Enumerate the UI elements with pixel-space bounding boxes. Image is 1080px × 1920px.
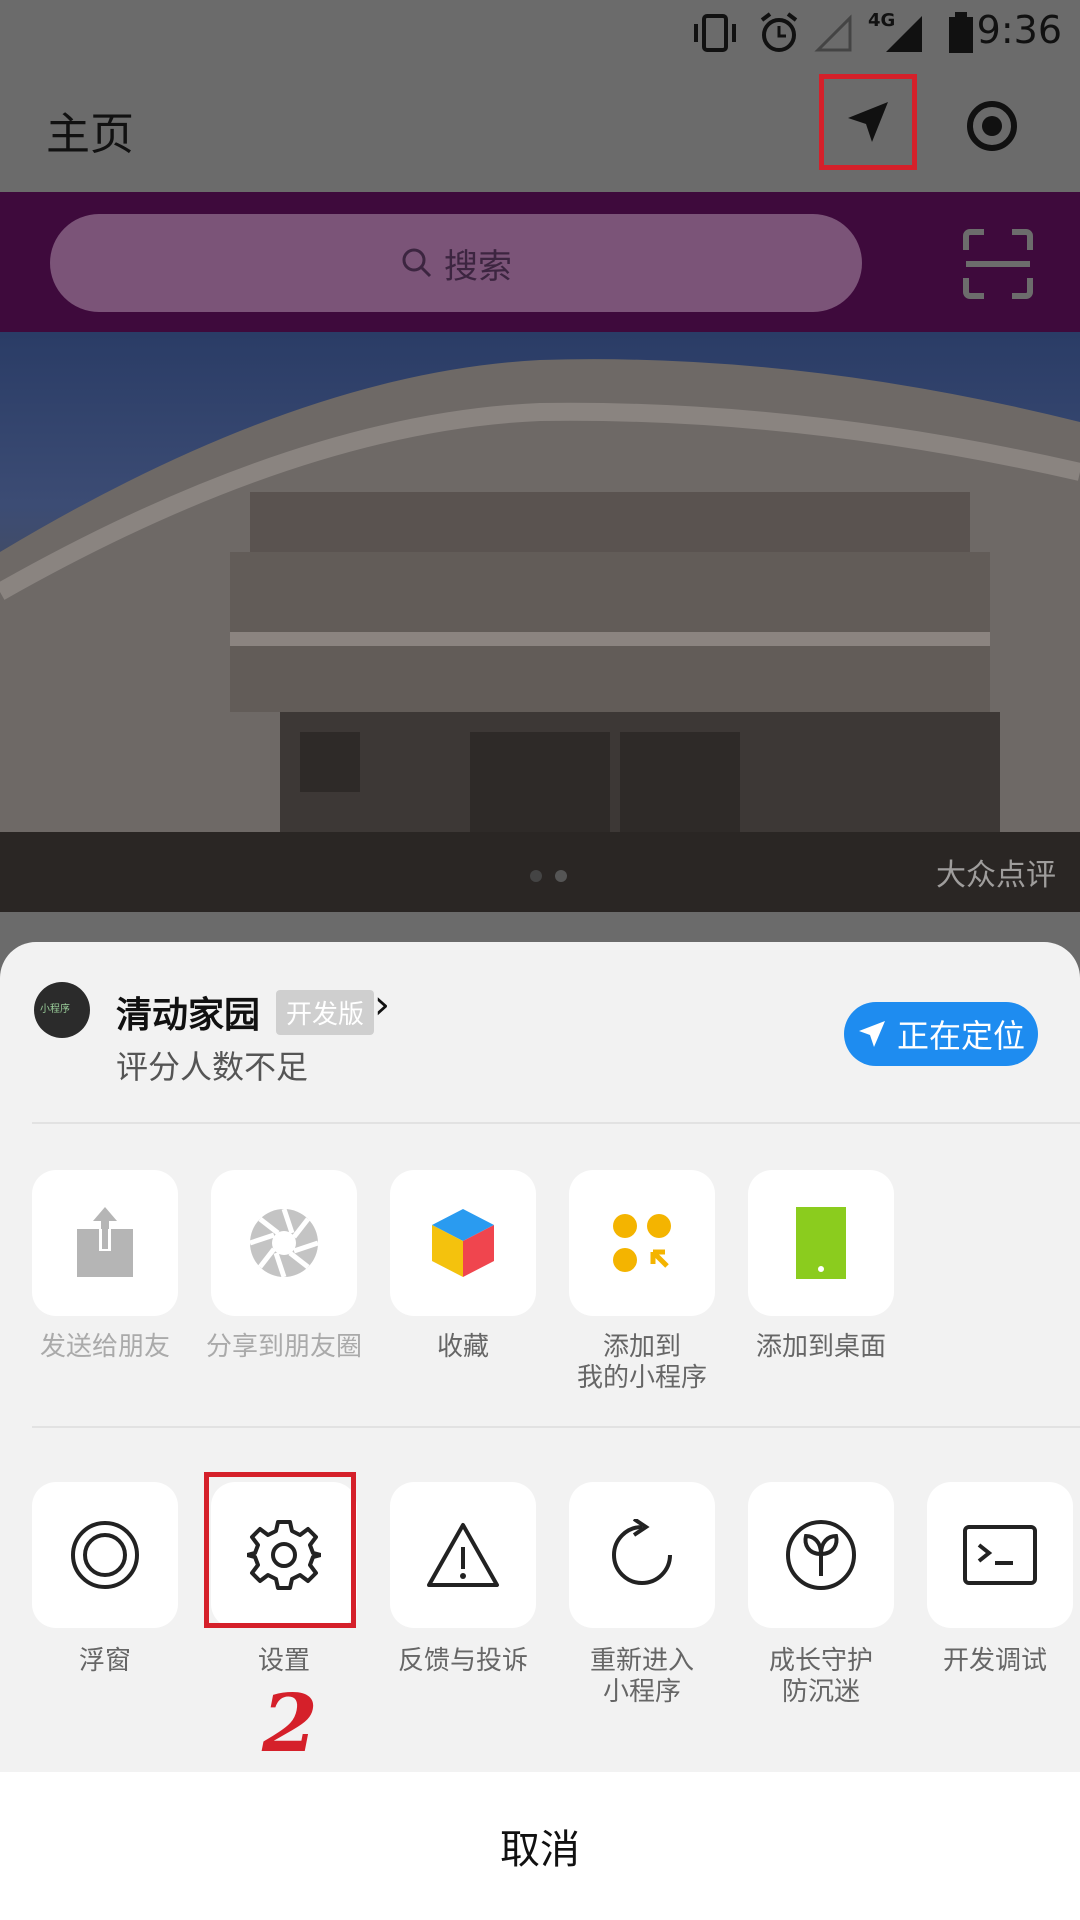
carousel-dot-active	[530, 870, 542, 882]
location-arrow-icon	[858, 1021, 885, 1047]
search-bar-region: 搜索	[0, 192, 1080, 332]
close-miniprogram-button[interactable]	[962, 96, 1022, 156]
add-desktop-icon	[796, 1207, 846, 1279]
app-avatar: 小程序	[34, 982, 90, 1038]
share-moments-tile[interactable]	[211, 1170, 357, 1316]
app-rating-text: 评分人数不足	[116, 1048, 309, 1086]
favorite-label: 收藏	[436, 1332, 489, 1362]
favorite-tile[interactable]	[390, 1170, 536, 1316]
search-placeholder: 搜索	[444, 246, 512, 287]
app-avatar-text: 小程序	[40, 1004, 70, 1015]
dev-version-badge: 开发版	[276, 990, 375, 1035]
carousel-dots	[526, 867, 571, 886]
add-miniprogram-icon	[613, 1214, 671, 1272]
dev-debug-tile[interactable]	[927, 1482, 1073, 1628]
location-nav-button[interactable]	[819, 74, 917, 170]
settings-label: 设置	[257, 1646, 310, 1676]
reenter-label: 重新进入 小程序	[589, 1646, 694, 1707]
app-name[interactable]: 清动家园	[116, 986, 260, 1038]
locating-label: 正在定位	[896, 1017, 1025, 1055]
page-title: 主页	[46, 109, 134, 160]
photo-watermark: 大众点评	[936, 858, 1056, 893]
feedback-tile[interactable]	[390, 1482, 536, 1628]
annotation-box-settings	[204, 1472, 356, 1628]
float-window-tile[interactable]	[32, 1482, 178, 1628]
warning-icon	[427, 1523, 499, 1587]
divider	[32, 1426, 1080, 1428]
dev-debug-label: 开发调试	[942, 1646, 1047, 1676]
status-bar: 4G 9:36	[0, 0, 1080, 66]
moments-icon	[249, 1208, 319, 1278]
navigation-arrow-icon	[848, 102, 888, 142]
share-moments-label: 分享到朋友圈	[205, 1332, 362, 1362]
reload-icon	[612, 1519, 672, 1585]
status-time: 9:36	[976, 8, 1062, 52]
feedback-label: 反馈与投诉	[397, 1646, 528, 1676]
sprout-icon	[786, 1520, 856, 1590]
alarm-icon	[760, 12, 798, 52]
share-upload-icon	[77, 1207, 133, 1277]
float-window-label: 浮窗	[78, 1646, 131, 1676]
target-circle-icon	[967, 101, 1017, 151]
send-to-friend-label: 发送给朋友	[39, 1332, 170, 1362]
terminal-icon	[963, 1525, 1037, 1585]
battery-icon	[949, 12, 973, 53]
carousel-dot	[555, 870, 568, 882]
add-miniprogram-tile[interactable]	[569, 1170, 715, 1316]
growth-guard-label: 成长守护 防沉迷	[768, 1646, 873, 1707]
reenter-tile[interactable]	[569, 1482, 715, 1628]
banner-image[interactable]: 大众点评	[0, 332, 1080, 912]
growth-guard-tile[interactable]	[748, 1482, 894, 1628]
signal-empty-icon	[814, 14, 852, 52]
add-to-desktop-tile[interactable]	[748, 1170, 894, 1316]
building-photo	[0, 359, 1080, 912]
vibrate-icon	[694, 14, 736, 52]
top-header: 主页	[0, 66, 1080, 192]
cancel-button[interactable]: 取消	[0, 1772, 1080, 1920]
annotation-number-2: 2	[262, 1676, 318, 1770]
scan-icon[interactable]	[962, 228, 1034, 300]
chevron-right-icon[interactable]: ›	[374, 982, 390, 1028]
add-miniprogram-label: 添加到 我的小程序	[576, 1332, 707, 1393]
search-input[interactable]: 搜索	[50, 214, 862, 312]
locating-button[interactable]: 正在定位	[844, 1002, 1038, 1066]
search-icon	[402, 248, 432, 278]
divider	[32, 1122, 1080, 1124]
signal-icon	[886, 16, 922, 52]
send-to-friend-tile[interactable]	[32, 1170, 178, 1316]
float-window-icon	[71, 1521, 139, 1589]
favorite-cube-icon	[432, 1209, 494, 1277]
add-to-desktop-label: 添加到桌面	[755, 1332, 886, 1362]
